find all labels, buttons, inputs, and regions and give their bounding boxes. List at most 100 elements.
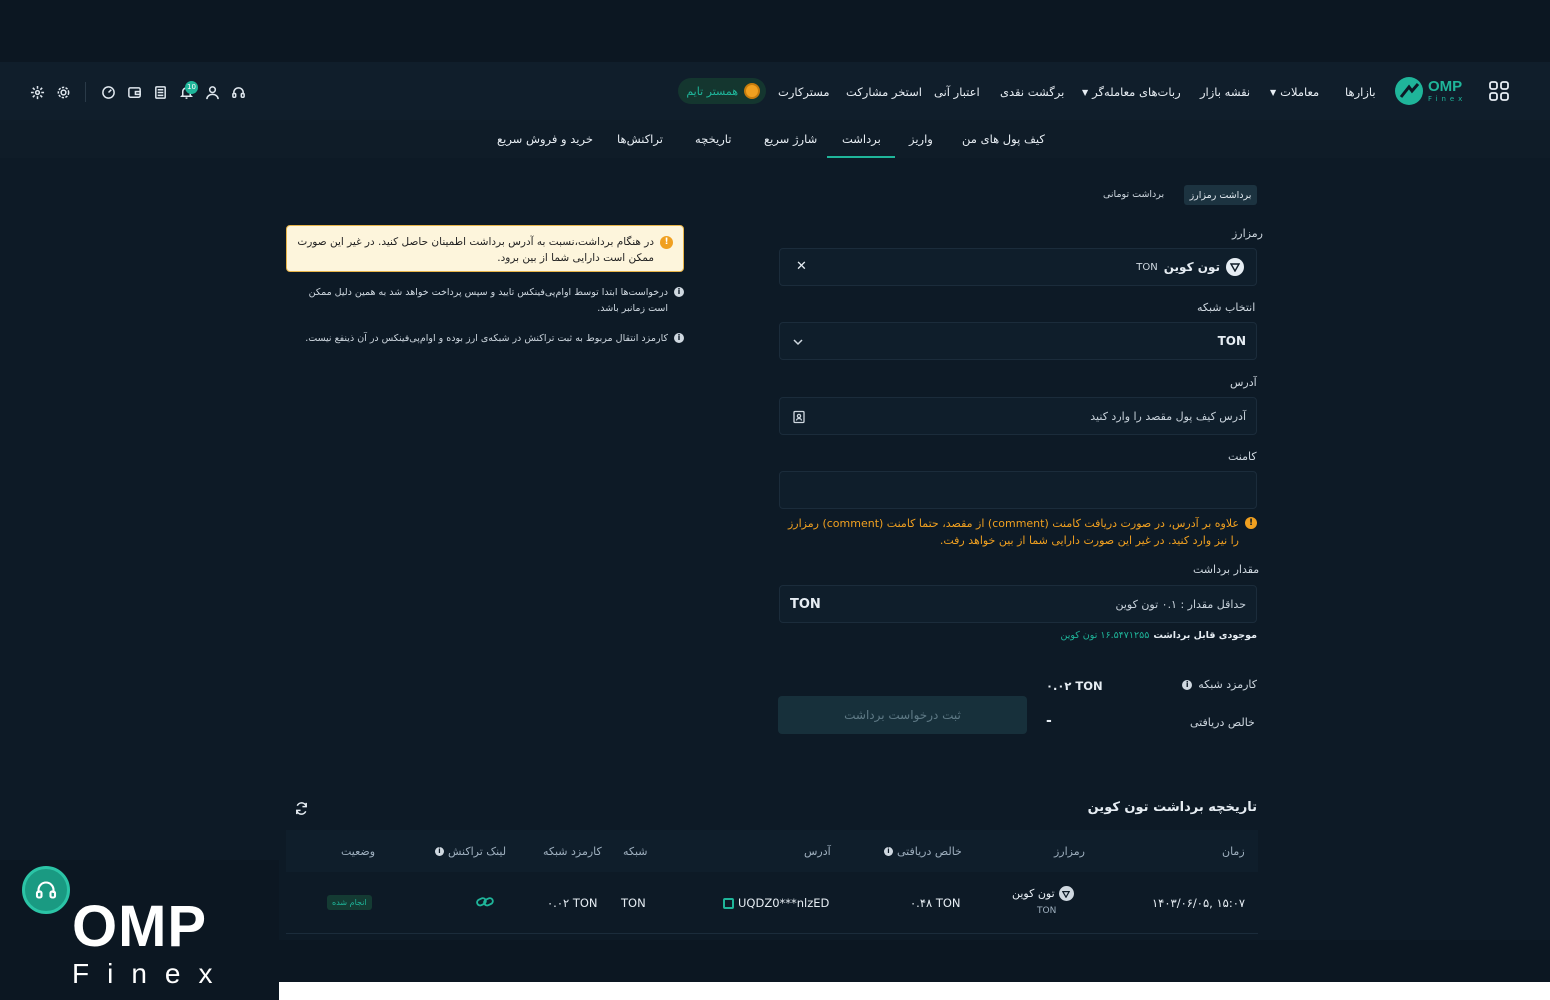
brand-sub: Finex (1428, 95, 1467, 103)
settings-gear-icon[interactable] (54, 83, 72, 101)
crypto-coin-name: تون کوین (1163, 260, 1220, 274)
crypto-selected: تون کوین TON (1136, 258, 1244, 276)
row-address[interactable]: UQDZ0***nlzED (723, 896, 829, 910)
nav-instant-credit[interactable]: اعتبار آنی (934, 85, 980, 99)
col-time: زمان (1222, 845, 1245, 858)
wallet-icon[interactable] (125, 83, 143, 101)
row-fee: ۰.۰۲ TON (547, 896, 598, 910)
col-tx-link-label: لینک تراکنش (448, 845, 507, 858)
info-icon: i (674, 333, 684, 343)
col-network: شبکه (623, 845, 648, 858)
top-band (0, 0, 1550, 62)
brand-name: OMP (1428, 78, 1463, 95)
tab-toman-withdraw[interactable]: برداشت تومانی (1103, 189, 1164, 200)
network-select[interactable]: TON (779, 322, 1257, 360)
history-table-header (286, 830, 1258, 872)
row-time: ۱۴۰۳/۰۶/۰۵, ۱۵:۰۷ (1152, 896, 1246, 910)
amount-unit: TON (790, 597, 821, 612)
address-field[interactable]: آدرس کیف پول مقصد را وارد کنید (779, 397, 1257, 435)
info-icon[interactable]: i (884, 847, 893, 856)
watermark-logo: OMP Finex (72, 898, 230, 988)
col-net: خالص دریافتی i (884, 845, 962, 858)
brand-logo[interactable]: OMP Finex (1394, 76, 1466, 106)
address-book-icon[interactable] (792, 409, 806, 428)
row-coin-symbol: TON (1037, 906, 1057, 916)
net-label: خالص دریافتی (1190, 716, 1255, 729)
nav-markets[interactable]: بازارها (1345, 85, 1376, 99)
net-value: - (1046, 713, 1052, 729)
ton-coin-icon (1058, 886, 1074, 901)
coin-icon (744, 83, 760, 99)
amount-placeholder: حداقل مقدار : ۰.۱ تون کوین (1115, 598, 1246, 611)
info-icon[interactable]: i (435, 847, 444, 856)
warning-icon: ! (1245, 517, 1257, 529)
copy-icon[interactable] (723, 897, 734, 909)
crypto-select[interactable]: تون کوین TON ✕ (779, 248, 1257, 286)
subnav-history[interactable]: تاریخچه (695, 132, 731, 146)
chevron-down-icon: ▼ (1270, 87, 1277, 97)
info-icon[interactable]: i (1182, 679, 1193, 690)
col-net-label: خالص دریافتی (897, 845, 962, 858)
balance-value[interactable]: ۱۶.۵۴۷۱۲۵۵ تون کوین (1060, 630, 1149, 641)
subnav-transactions[interactable]: تراکنش‌ها (617, 132, 663, 146)
ton-coin-icon (1226, 258, 1244, 276)
nav-cashback[interactable]: برگشت نقدی (1000, 85, 1064, 99)
hamster-badge[interactable]: همستر تایم (678, 78, 766, 104)
comment-warning-text: علاوه بر آدرس، در صورت دریافت کامنت (com… (788, 517, 1239, 547)
nav-bots[interactable]: ▼ ربات‌های معامله‌گر (1082, 85, 1181, 99)
user-icon[interactable] (203, 83, 221, 101)
fee-label-row: کارمزد شبکه i (1160, 678, 1257, 691)
submit-withdraw-button[interactable]: ثبت درخواست برداشت (778, 696, 1027, 734)
nav-subscriptions[interactable]: مستر‌کارت (778, 85, 830, 99)
watermark-brand-sub: Finex (72, 958, 231, 989)
address-placeholder: آدرس کیف پول مقصد را وارد کنید (1090, 410, 1246, 423)
header-divider (85, 82, 86, 102)
subnav-active-indicator (827, 156, 895, 158)
subnav-wallet[interactable]: کیف پول های من (962, 132, 1045, 146)
subnav-quick-trade[interactable]: خرید و فروش سریع (497, 132, 593, 146)
theme-toggle-icon[interactable] (28, 83, 46, 101)
refresh-icon[interactable] (294, 801, 309, 820)
subnav-quick-charge[interactable]: شارژ سریع (764, 132, 817, 146)
hamster-label: همستر تایم (686, 84, 738, 98)
nav-market-map[interactable]: نقشه بازار (1200, 85, 1250, 99)
support-chat-icon[interactable] (22, 866, 70, 914)
col-fee: کارمزد شبکه (543, 845, 602, 858)
brand-mark-icon (1395, 77, 1423, 105)
apps-grid-icon[interactable] (1488, 80, 1510, 106)
info-notice-2-text: کارمزد انتقال مربوط به ثبت تراکنش در شبک… (305, 333, 668, 344)
nav-pool[interactable]: استخر مشارکت (846, 85, 922, 99)
info-icon: i (674, 287, 684, 297)
col-crypto: رمزارز (1054, 845, 1085, 858)
submit-label: ثبت درخواست برداشت (844, 708, 961, 722)
subnav-withdraw[interactable]: برداشت (842, 132, 881, 146)
col-address: آدرس (804, 845, 831, 858)
info-notice-1: i درخواست‌ها ابتدا توسط اوام‌پی‌فینکس تا… (286, 285, 684, 317)
row-crypto: تون کوین (1012, 886, 1074, 901)
nav-trades[interactable]: ▼ معاملات (1270, 85, 1319, 99)
watermark-brand-name: OMP (72, 894, 208, 959)
nav-trades-label: معاملات (1280, 85, 1320, 99)
tab-crypto-label: برداشت رمزارز (1189, 189, 1252, 201)
tx-link-icon[interactable] (476, 894, 494, 913)
balance-label: موجودی قابل برداشت (1153, 630, 1257, 641)
amount-label: مقدار برداشت (1193, 563, 1260, 576)
subnav-deposit[interactable]: واریز (909, 132, 933, 146)
orders-list-icon[interactable] (151, 83, 169, 101)
withdraw-warning-box: ! در هنگام برداشت،نسبت به آدرس برداشت اط… (286, 225, 684, 272)
tab-crypto-withdraw[interactable]: برداشت رمزارز (1184, 185, 1257, 205)
status-badge: انجام شده (327, 895, 372, 910)
comment-field[interactable] (779, 471, 1257, 509)
row-network: TON (621, 896, 646, 910)
network-label: انتخاب شبکه (1197, 301, 1256, 314)
page-bottom-edge (279, 982, 1550, 1000)
comment-label: کامنت (1228, 450, 1257, 463)
history-title: تاریخچه برداشت تون کوین (1087, 800, 1257, 815)
dashboard-gauge-icon[interactable] (99, 83, 117, 101)
amount-field[interactable]: حداقل مقدار : ۰.۱ تون کوین TON (779, 585, 1257, 623)
fee-value: ۰.۰۲ TON (1046, 679, 1103, 693)
row-address-text: UQDZ0***nlzED (738, 896, 830, 910)
headset-icon[interactable] (229, 83, 247, 101)
col-tx-link: لینک تراکنش i (435, 845, 506, 858)
clear-close-icon[interactable]: ✕ (796, 259, 807, 274)
